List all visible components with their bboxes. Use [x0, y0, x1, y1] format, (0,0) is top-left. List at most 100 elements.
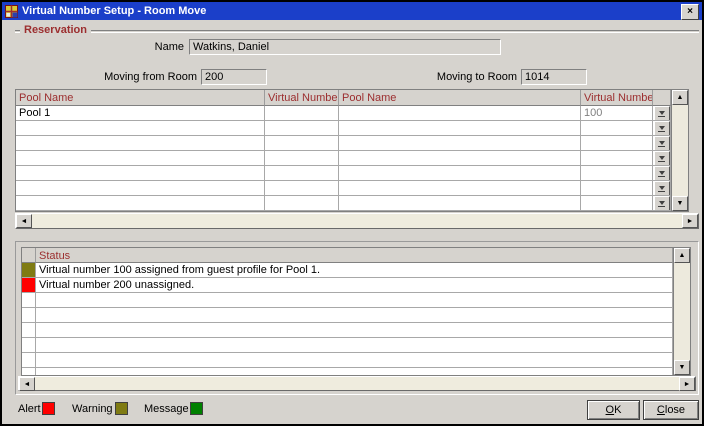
close-button[interactable]: Close: [643, 400, 699, 420]
status-row[interactable]: [22, 308, 673, 323]
virtual-number-cell[interactable]: [265, 106, 339, 121]
virtual-number-cell[interactable]: [265, 196, 339, 211]
virtual-number-cell-2[interactable]: [581, 121, 653, 136]
table-row[interactable]: [16, 166, 671, 181]
dropdown-bar-icon: [658, 161, 665, 162]
virtual-number-cell-2[interactable]: [581, 196, 653, 211]
lov-button[interactable]: [654, 166, 670, 181]
status-row[interactable]: [22, 323, 673, 338]
virtual-number-cell[interactable]: [265, 166, 339, 181]
lov-button[interactable]: [654, 121, 670, 136]
ok-button[interactable]: OK: [587, 400, 640, 420]
severity-cell: [22, 368, 36, 376]
app-icon: [5, 5, 18, 18]
status-table-grid: Status Virtual number 100 assigned from …: [22, 248, 673, 375]
scrollbar-track[interactable]: [672, 105, 688, 196]
status-vertical-scrollbar[interactable]: ▲ ▼: [673, 248, 690, 375]
virtual-number-cell[interactable]: [265, 136, 339, 151]
pool-name-cell-2[interactable]: [339, 181, 581, 196]
lov-button[interactable]: [654, 136, 670, 151]
pool-name-cell-2[interactable]: [339, 121, 581, 136]
table-row[interactable]: [16, 196, 671, 211]
message-legend-label: Message: [144, 401, 189, 417]
pool-table-horizontal-scrollbar[interactable]: ◄ ►: [15, 213, 699, 229]
scroll-down-button[interactable]: ▼: [672, 196, 688, 211]
column-header-virtual-number: Virtual Number: [265, 90, 339, 106]
column-header-blank: [653, 90, 671, 106]
name-field[interactable]: Watkins, Daniel: [189, 39, 501, 55]
status-row[interactable]: [22, 293, 673, 308]
table-row[interactable]: [16, 121, 671, 136]
moving-from-room-field[interactable]: 200: [201, 69, 267, 85]
status-text: [36, 353, 673, 368]
close-button-accesskey: C: [657, 404, 665, 416]
pool-name-cell[interactable]: Pool 1: [16, 106, 265, 121]
status-row[interactable]: Virtual number 200 unassigned.: [22, 278, 673, 293]
lov-cell: [653, 121, 671, 136]
virtual-number-cell-2[interactable]: [581, 181, 653, 196]
pool-name-cell-2[interactable]: [339, 151, 581, 166]
severity-cell: [22, 278, 36, 293]
lov-cell: [653, 196, 671, 211]
scroll-up-button[interactable]: ▲: [674, 248, 690, 263]
dropdown-arrow-icon: [659, 156, 665, 160]
scroll-down-button[interactable]: ▼: [674, 360, 690, 375]
pool-table: Pool Name Virtual Number Pool Name Virtu…: [15, 89, 689, 212]
pool-name-cell[interactable]: [16, 121, 265, 136]
ok-button-accesskey: O: [606, 404, 615, 416]
scroll-right-button[interactable]: ►: [682, 214, 698, 228]
status-row[interactable]: Virtual number 100 assigned from guest p…: [22, 263, 673, 278]
pool-name-cell[interactable]: [16, 136, 265, 151]
lov-button[interactable]: [654, 106, 670, 121]
down-arrow-icon: ▼: [677, 200, 684, 207]
status-horizontal-scrollbar[interactable]: ◄ ►: [18, 376, 696, 391]
virtual-number-cell-2[interactable]: [581, 166, 653, 181]
status-row[interactable]: [22, 338, 673, 353]
pool-name-cell-2[interactable]: [339, 136, 581, 151]
pool-table-vertical-scrollbar[interactable]: ▲ ▼: [671, 90, 688, 211]
lov-button[interactable]: [654, 181, 670, 196]
message-legend-chip: [190, 402, 203, 415]
virtual-number-cell[interactable]: [265, 121, 339, 136]
table-row[interactable]: [16, 151, 671, 166]
virtual-number-cell-2[interactable]: 100: [581, 106, 653, 121]
ok-button-label: K: [614, 404, 621, 416]
table-row[interactable]: [16, 181, 671, 196]
scroll-up-button[interactable]: ▲: [672, 90, 688, 105]
table-row[interactable]: [16, 136, 671, 151]
moving-to-room-field[interactable]: 1014: [521, 69, 587, 85]
pool-name-cell-2[interactable]: [339, 106, 581, 121]
pool-name-cell-2[interactable]: [339, 166, 581, 181]
status-row[interactable]: [22, 353, 673, 368]
virtual-number-cell-2[interactable]: [581, 136, 653, 151]
moving-to-room-label: Moving to Room: [407, 69, 517, 85]
scrollbar-track[interactable]: [32, 214, 682, 228]
scroll-right-button[interactable]: ►: [679, 377, 695, 391]
pool-name-cell[interactable]: [16, 196, 265, 211]
lov-button[interactable]: [654, 196, 670, 211]
close-button[interactable]: ×: [681, 4, 699, 20]
title-bar[interactable]: Virtual Number Setup - Room Move ×: [2, 2, 702, 20]
dropdown-arrow-icon: [659, 186, 665, 190]
pool-name-cell[interactable]: [16, 181, 265, 196]
virtual-number-cell-2[interactable]: [581, 151, 653, 166]
severity-chip: [22, 323, 36, 337]
pool-name-cell-2[interactable]: [339, 196, 581, 211]
status-row[interactable]: [22, 368, 673, 376]
dropdown-arrow-icon: [659, 126, 665, 130]
column-header-pool-name: Pool Name: [16, 90, 265, 106]
scroll-left-button[interactable]: ◄: [19, 377, 35, 391]
window-title: Virtual Number Setup - Room Move: [22, 5, 206, 17]
severity-cell: [22, 293, 36, 308]
lov-cell: [653, 181, 671, 196]
scroll-left-button[interactable]: ◄: [16, 214, 32, 228]
pool-name-cell[interactable]: [16, 166, 265, 181]
scrollbar-track[interactable]: [674, 263, 690, 360]
virtual-number-cell[interactable]: [265, 181, 339, 196]
virtual-number-cell[interactable]: [265, 151, 339, 166]
scrollbar-track[interactable]: [35, 377, 679, 390]
status-header-row: Status: [22, 248, 673, 263]
pool-name-cell[interactable]: [16, 151, 265, 166]
lov-button[interactable]: [654, 151, 670, 166]
table-row[interactable]: Pool 1 100: [16, 106, 671, 121]
